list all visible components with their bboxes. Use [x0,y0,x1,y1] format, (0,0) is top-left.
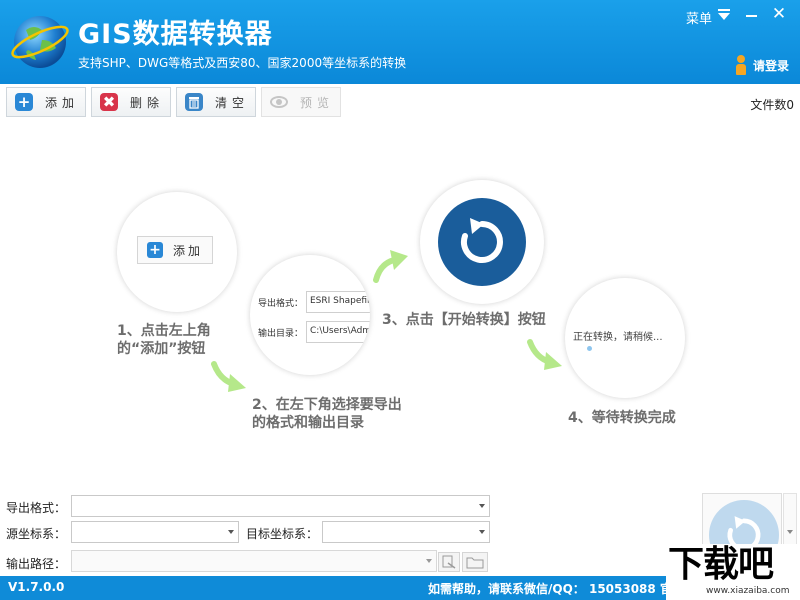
title-bar: GIS数据转换器 支持SHP、DWG等格式及西安80、国家2000等坐标系的转换… [0,0,800,84]
login-label: 请登录 [753,58,790,73]
guide-step3-text: 3、点击【开始转换】按钮 [382,312,546,328]
eye-icon [270,93,288,111]
file-count-value: 0 [786,98,794,112]
clear-label: 清空 [215,95,250,110]
plus-icon: + [147,242,163,258]
guide-progress-text: 正在转换，请稍候... [573,332,663,343]
guide-add-button-illustration: + 添加 [137,236,213,264]
globe-logo-icon [11,16,69,68]
file-count-label: 文件数 [750,98,787,112]
minimize-button[interactable] [742,5,760,23]
guide-output-label: 输出目录： [258,328,304,339]
menu-dropdown-icon[interactable] [718,9,730,20]
watermark-url: www.xiazaiba.com [706,586,790,596]
output-path-label: 输出路径： [6,557,67,571]
preview-label: 预览 [300,95,335,110]
guide-form-illustration: 导出格式： ESRI Shapefile 输出目录： C:\Users\Adm [258,291,370,351]
guide-step1-circle: + 添加 [117,192,237,312]
loading-dot-icon [587,346,592,351]
delete-x-icon: ✖ [100,93,118,111]
delete-button[interactable]: ✖ 删除 [91,87,171,117]
chevron-down-icon [479,530,485,534]
refresh-icon [460,218,503,263]
source-crs-label: 源坐标系： [6,527,67,541]
menu-button[interactable]: 菜单 [686,8,712,27]
chevron-down-icon [479,504,485,508]
preview-button[interactable]: 预览 [261,87,341,117]
user-icon [734,55,748,75]
output-path-input[interactable] [71,550,437,572]
app-title: GIS数据转换器 [78,19,273,50]
edit-clear-icon [442,555,456,569]
trash-icon [185,93,203,111]
guide-step2-circle: 导出格式： ESRI Shapefile 输出目录： C:\Users\Adm [250,255,370,375]
clear-button[interactable]: 清空 [176,87,256,117]
toolbar: + 添加 ✖ 删除 清空 预览 [0,84,800,120]
export-format-label: 导出格式： [6,501,67,515]
guide-add-label: 添加 [173,243,204,258]
add-button[interactable]: + 添加 [6,87,86,117]
help-contact-text: 如需帮助，请联系微信/QQ： 15053088 官 [428,582,672,596]
chevron-down-icon [228,530,234,534]
guide-output-value: C:\Users\Adm [306,321,370,343]
browse-folder-button[interactable] [462,552,488,572]
version-text: V1.7.0.0 [8,580,65,594]
watermark-logo-text: 下载吧 [668,544,774,585]
guide-step4-circle: 正在转换，请稍候... [565,278,685,398]
arrow-step3-to-4-icon [527,339,562,370]
arrow-step1-to-2-icon [211,361,246,392]
source-crs-select[interactable] [71,521,239,543]
plus-icon: + [15,93,33,111]
close-button[interactable]: ✕ [770,4,788,24]
guide-step4-text: 4、等待转换完成 [568,410,676,426]
login-button[interactable]: 请登录 [734,55,789,75]
target-crs-label: 目标坐标系： [246,527,319,541]
guide-step3-circle [420,180,544,304]
target-crs-select[interactable] [322,521,490,543]
guide-step2-text: 2、在左下角选择要导出的格式和输出目录 [252,397,402,431]
guide-step1-text: 1、点击左上角的“添加”按钮 [117,323,211,357]
guide-export-value: ESRI Shapefile [306,291,370,313]
arrow-step2-to-3-icon [373,250,408,283]
minimize-icon [745,15,757,17]
chevron-down-icon [787,530,793,534]
delete-label: 删除 [130,95,165,110]
app-subtitle: 支持SHP、DWG等格式及西安80、国家2000等坐标系的转换 [78,56,407,70]
close-icon: ✕ [771,4,787,24]
add-label: 添加 [45,95,80,110]
folder-icon [466,557,484,569]
guide-export-label: 导出格式： [258,298,304,309]
clear-path-button[interactable] [438,552,460,572]
export-format-select[interactable] [71,495,490,517]
file-count: 文件数0 [750,96,794,113]
chevron-down-icon [426,559,432,563]
site-watermark: 下载吧 www.xiazaiba.com [666,544,800,600]
start-convert-illustration [438,198,526,286]
